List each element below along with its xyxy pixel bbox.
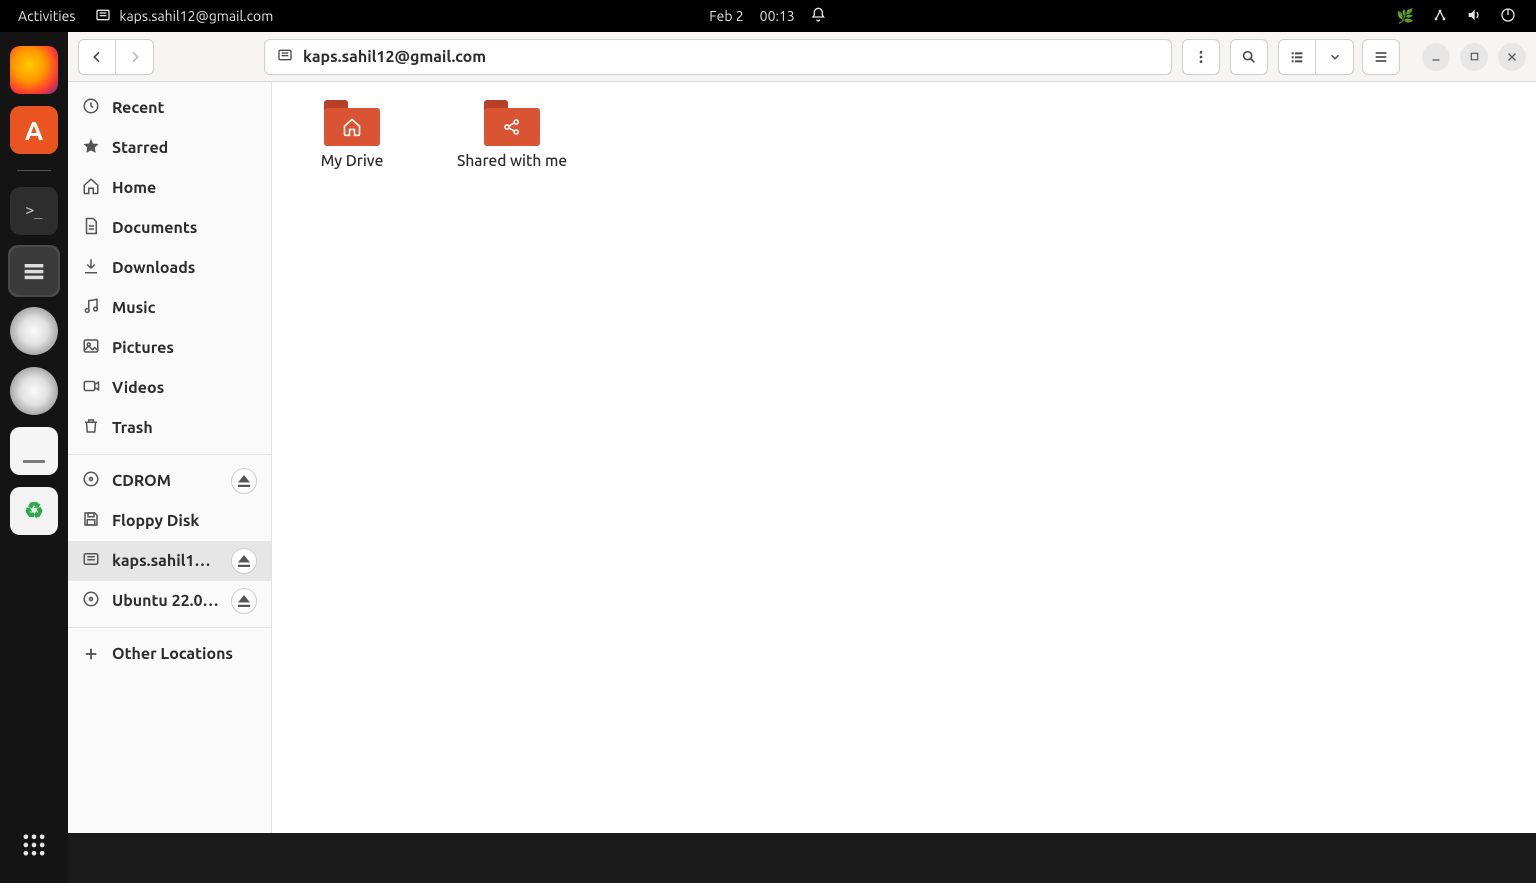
folder-icon: [484, 100, 540, 146]
dock-app-firefox[interactable]: [8, 44, 60, 96]
dock: A >_ ♻: [0, 32, 68, 883]
folder-my-drive[interactable]: My Drive: [292, 100, 412, 171]
sidebar-item-label: Starred: [112, 139, 257, 157]
star-icon: [82, 137, 100, 159]
dock-app-files[interactable]: [8, 245, 60, 297]
maximize-button[interactable]: [1460, 43, 1488, 71]
sidebar-item-home[interactable]: Home: [68, 168, 271, 208]
sidebar-item-starred[interactable]: Starred: [68, 128, 271, 168]
dock-app-text-editor[interactable]: [8, 425, 60, 477]
panel-time: 00:13: [760, 8, 795, 24]
back-button[interactable]: [78, 39, 116, 75]
drive-icon: [95, 7, 111, 26]
sidebar-item-downloads[interactable]: Downloads: [68, 248, 271, 288]
sidebar-item-label: Floppy Disk: [112, 512, 257, 530]
drive-icon: [82, 550, 100, 572]
gnome-top-panel: Activities kaps.sahil12@gmail.com Feb 2 …: [0, 0, 1536, 32]
network-icon: [1432, 7, 1448, 26]
folder-label: My Drive: [321, 152, 384, 171]
files-window: kaps.sahil12@gmail.com: [68, 32, 1536, 833]
list-view-button[interactable]: [1278, 39, 1316, 75]
window-controls: [1422, 43, 1526, 71]
sidebar-item-trash[interactable]: Trash: [68, 408, 271, 448]
sidebar-item-label: Pictures: [112, 339, 257, 357]
header-bar: kaps.sahil12@gmail.com: [68, 32, 1536, 82]
trash-icon: [82, 417, 100, 439]
sidebar-item-label: Documents: [112, 219, 257, 237]
eject-button[interactable]: [231, 588, 257, 614]
sidebar-item-documents[interactable]: Documents: [68, 208, 271, 248]
power-icon: [1500, 7, 1516, 26]
video-icon: [82, 377, 100, 399]
forward-button[interactable]: [116, 39, 154, 75]
dock-app-disc-1[interactable]: [8, 305, 60, 357]
clock-icon: [82, 97, 100, 119]
sidebar-item-label: Music: [112, 299, 257, 317]
path-bar[interactable]: kaps.sahil12@gmail.com: [264, 39, 1172, 75]
icon-view[interactable]: My Drive Shared with me: [272, 82, 1536, 833]
show-applications-button[interactable]: [8, 819, 60, 871]
sidebar-separator: [68, 627, 271, 628]
sidebar-item-label: Videos: [112, 379, 257, 397]
panel-date: Feb 2: [709, 8, 743, 24]
search-button[interactable]: [1230, 39, 1268, 75]
sidebar-item-videos[interactable]: Videos: [68, 368, 271, 408]
close-button[interactable]: [1498, 43, 1526, 71]
path-label: kaps.sahil12@gmail.com: [303, 48, 486, 66]
sidebar-item-music[interactable]: Music: [68, 288, 271, 328]
download-icon: [82, 257, 100, 279]
home-icon: [82, 177, 100, 199]
sidebar-item-label: Ubuntu 22.0…: [112, 592, 219, 610]
eject-button[interactable]: [231, 548, 257, 574]
picture-icon: [82, 337, 100, 359]
sidebar-item-label: CDROM: [112, 472, 219, 490]
drive-icon: [277, 47, 293, 67]
path-menu-button[interactable]: [1182, 39, 1220, 75]
dock-app-ubuntu-software[interactable]: A: [8, 104, 60, 156]
celery-icon: 🌿: [1397, 8, 1414, 25]
dock-separator: [17, 170, 51, 171]
dock-app-trash[interactable]: ♻: [8, 485, 60, 537]
places-sidebar: Recent Starred Home Documents Downloads Music…: [68, 82, 272, 833]
clock-area[interactable]: Feb 2 00:13: [709, 7, 826, 26]
disc-icon: [82, 590, 100, 612]
sidebar-item-cdrom[interactable]: CDROM: [68, 461, 271, 501]
sidebar-item-label: Trash: [112, 419, 257, 437]
app-menu[interactable]: kaps.sahil12@gmail.com: [85, 3, 283, 30]
volume-icon: [1466, 7, 1482, 26]
nav-buttons: [78, 39, 154, 75]
dock-app-terminal[interactable]: >_: [8, 185, 60, 237]
app-menu-title: kaps.sahil12@gmail.com: [119, 8, 273, 24]
notification-bell-icon: [811, 7, 827, 26]
desktop-area: [68, 833, 1536, 883]
view-controls: [1278, 39, 1354, 75]
folder-shared[interactable]: Shared with me: [452, 100, 572, 171]
sidebar-item-label: Recent: [112, 99, 257, 117]
activities-button[interactable]: Activities: [8, 4, 85, 28]
sidebar-item-recent[interactable]: Recent: [68, 88, 271, 128]
sidebar-item-label: Other Locations: [112, 645, 257, 663]
sidebar-item-label: Home: [112, 179, 257, 197]
sidebar-item-label: kaps.sahil12…: [112, 552, 219, 570]
floppy-icon: [82, 510, 100, 532]
hamburger-menu-button[interactable]: [1362, 39, 1400, 75]
system-status-area[interactable]: 🌿: [1397, 7, 1528, 26]
disc-icon: [82, 470, 100, 492]
sidebar-separator: [68, 454, 271, 455]
document-icon: [82, 217, 100, 239]
window-body: Recent Starred Home Documents Downloads Music…: [68, 82, 1536, 833]
eject-button[interactable]: [231, 468, 257, 494]
sidebar-item-floppy[interactable]: Floppy Disk: [68, 501, 271, 541]
folder-icon: [324, 100, 380, 146]
view-options-button[interactable]: [1316, 39, 1354, 75]
sidebar-item-other-locations[interactable]: Other Locations: [68, 634, 271, 674]
folder-label: Shared with me: [457, 152, 567, 171]
sidebar-item-label: Downloads: [112, 259, 257, 277]
sidebar-item-pictures[interactable]: Pictures: [68, 328, 271, 368]
dock-app-disc-2[interactable]: [8, 365, 60, 417]
sidebar-item-iso[interactable]: Ubuntu 22.0…: [68, 581, 271, 621]
sidebar-item-account[interactable]: kaps.sahil12…: [68, 541, 271, 581]
minimize-button[interactable]: [1422, 43, 1450, 71]
music-icon: [82, 297, 100, 319]
